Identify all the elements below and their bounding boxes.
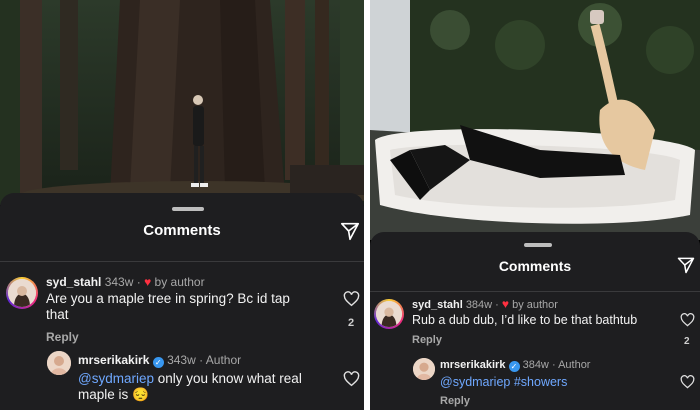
like-count: 2 [684, 336, 690, 347]
like-button[interactable] [343, 371, 360, 392]
header-divider [0, 261, 364, 262]
reply-button[interactable]: Reply [440, 395, 470, 407]
heart-outline-icon [680, 375, 695, 389]
like-button[interactable] [343, 291, 360, 312]
comment-age: 384w [522, 359, 549, 371]
heart-outline-icon [680, 313, 695, 327]
comment-meta: mrserikakirk ✓ 343w · Author [78, 353, 242, 368]
forest-photo [0, 0, 364, 205]
author-label: Author [558, 359, 591, 371]
comments-sheet: Comments syd_stahl 384w · ♥ by author Ru… [370, 232, 700, 410]
comment-meta: mrserikakirk ✓ 384w · Author [440, 359, 591, 372]
comment-text: @sydmariep #showers [440, 375, 670, 390]
avatar-mrserikakirk[interactable] [47, 351, 71, 375]
header-divider [370, 291, 700, 292]
comment-age: 384w [465, 299, 493, 311]
bathtub-photo [370, 0, 700, 240]
hashtag-link[interactable]: #showers [514, 375, 568, 389]
username[interactable]: syd_stahl [46, 275, 101, 289]
left-screenshot: Comments syd_stahl 343w · ♥ by author Ar… [0, 0, 364, 410]
heart-filled-icon: ♥ [501, 297, 510, 311]
avatar-photo [47, 351, 71, 375]
verified-badge-icon: ✓ [508, 361, 520, 372]
comment-age: 343w [104, 275, 134, 289]
comments-title: Comments [143, 222, 221, 239]
sheet-grabber[interactable] [524, 243, 552, 247]
avatar-photo [8, 279, 36, 307]
avatar-syd-stahl[interactable] [6, 277, 38, 309]
comments-title: Comments [498, 258, 572, 274]
avatar-syd-stahl[interactable] [374, 299, 404, 329]
share-button[interactable] [676, 255, 696, 280]
username[interactable]: mrserikakirk [440, 359, 505, 371]
comment-text: Rub a dub dub, I’d like to be that batht… [412, 313, 638, 327]
like-button[interactable] [680, 313, 695, 332]
reply-button[interactable]: Reply [412, 334, 442, 346]
avatar-mrserikakirk[interactable] [413, 358, 435, 380]
avatar-photo [413, 358, 435, 380]
heart-outline-icon [343, 291, 360, 307]
comment-meta: syd_stahl 343w · ♥ by author [46, 275, 205, 289]
paper-plane-icon [677, 257, 695, 274]
comment-text: Are you a maple tree in spring? Bc id ta… [46, 291, 290, 322]
avatar-photo [376, 301, 402, 327]
reply-button[interactable]: Reply [46, 330, 79, 344]
sheet-grabber[interactable] [172, 207, 204, 211]
right-screenshot: Comments syd_stahl 384w · ♥ by author Ru… [370, 0, 700, 410]
comments-sheet: Comments syd_stahl 343w · ♥ by author Ar… [0, 193, 364, 410]
liked-by-author-label: by author [512, 299, 558, 311]
mention-link[interactable]: @sydmariep [440, 375, 510, 389]
heart-outline-icon [343, 371, 360, 387]
heart-filled-icon: ♥ [144, 275, 152, 289]
like-count: 2 [348, 317, 355, 329]
paper-plane-icon [340, 222, 360, 241]
author-label: Author [205, 353, 242, 367]
mention-link[interactable]: @sydmariep [78, 371, 154, 386]
username[interactable]: mrserikakirk [78, 353, 149, 367]
liked-by-author-label: by author [154, 275, 205, 289]
comment-text: @sydmariep only you know what real maple… [78, 371, 302, 402]
comment-meta: syd_stahl 384w · ♥ by author [412, 297, 558, 311]
like-button[interactable] [680, 375, 695, 394]
share-button[interactable] [339, 220, 361, 247]
username[interactable]: syd_stahl [412, 299, 463, 311]
comment-age: 343w [167, 353, 196, 367]
verified-badge-icon: ✓ [152, 357, 164, 368]
